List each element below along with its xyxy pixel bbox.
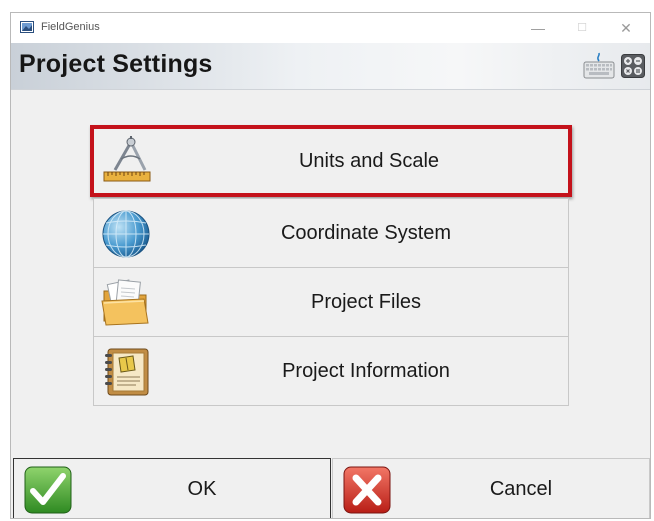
- menu-item-label: Coordinate System: [280, 222, 452, 244]
- menu-item-coordinate-system[interactable]: Coordinate System: [93, 198, 569, 268]
- green-checkmark-icon: [24, 466, 72, 514]
- settings-menu: Units and Scale Coordinate System Projec…: [90, 125, 572, 406]
- window-title: FieldGenius: [41, 21, 100, 33]
- globe-icon: [102, 210, 150, 258]
- menu-item-label: Project Information: [282, 360, 450, 382]
- calculator-icon[interactable]: [621, 54, 645, 78]
- menu-item-project-files[interactable]: Project Files: [93, 267, 569, 337]
- keyboard-icon[interactable]: [583, 51, 615, 79]
- notebook-icon: [105, 348, 149, 396]
- menu-item-label: Units and Scale: [298, 150, 440, 172]
- minimize-button[interactable]: —: [523, 17, 553, 39]
- menu-item-project-information[interactable]: Project Information: [93, 336, 569, 406]
- cancel-button-label: Cancel: [489, 478, 553, 500]
- menu-item-units-and-scale[interactable]: Units and Scale: [90, 125, 572, 197]
- page-title: Project Settings: [19, 50, 213, 78]
- ok-button-label: OK: [187, 478, 217, 500]
- ok-button[interactable]: OK: [13, 458, 331, 518]
- maximize-button[interactable]: ☐: [567, 17, 597, 39]
- close-button[interactable]: ✕: [611, 17, 641, 39]
- folder-documents-icon: [101, 279, 149, 326]
- cancel-button[interactable]: Cancel: [332, 458, 650, 518]
- menu-item-label: Project Files: [310, 291, 422, 313]
- title-bar: FieldGenius — ☐ ✕: [11, 13, 650, 43]
- app-icon: [20, 21, 34, 33]
- fieldgenius-window: FieldGenius — ☐ ✕ Project Settings Units…: [10, 12, 651, 519]
- drafting-compass-ruler-icon: [103, 136, 151, 182]
- page-header: Project Settings: [11, 43, 650, 90]
- red-x-icon: [343, 466, 391, 514]
